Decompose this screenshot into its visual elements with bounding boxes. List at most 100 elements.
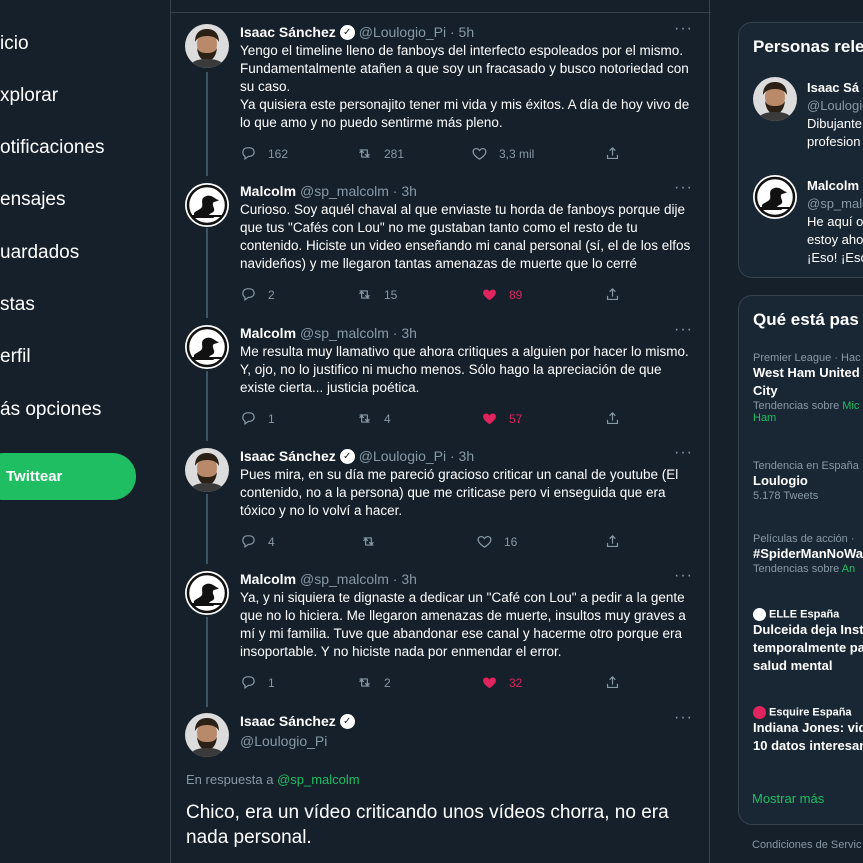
share-button[interactable] [604,286,621,303]
like-count: 16 [504,534,518,549]
like-button[interactable]: 89 [481,286,522,303]
retweet-icon [356,674,373,691]
retweet-button[interactable] [360,533,388,550]
nav-lists[interactable]: stas [0,294,35,316]
trend-topic: Loulogio [753,473,808,488]
author-handle[interactable]: @sp_malcolm · 3h [300,183,417,199]
person-bio: profesion [807,134,861,149]
trend-item[interactable]: Películas de acción · #SpiderManNoWa Ten… [753,533,863,575]
trend-item[interactable]: ELLE España Dulceida deja Inst temporalm… [753,608,863,675]
more-icon[interactable]: ··· [674,709,693,727]
avatar[interactable] [185,448,229,492]
retweet-icon [356,286,373,303]
trend-topic: #SpiderManNoWa [753,546,863,561]
share-button[interactable] [604,533,621,550]
share-button[interactable] [604,410,621,427]
more-icon[interactable]: ··· [674,567,693,585]
thread-line [206,494,208,564]
more-icon[interactable]: ··· [674,179,693,197]
trend-meta: 5.178 Tweets [753,490,819,502]
reply-to-link[interactable]: @sp_malcolm [277,772,360,787]
avatar[interactable] [185,571,229,615]
person-info[interactable]: Isaac Sá @Loulogio Dibujante profesion [807,79,863,151]
reply-icon [240,410,257,427]
trend-item[interactable]: Esquire España Indiana Jones: vid 10 dat… [753,706,863,755]
reply-button[interactable]: 1 [240,410,275,427]
author-name[interactable]: Isaac Sánchez [240,24,336,40]
avatar[interactable] [185,325,229,369]
verified-icon: ✓ [339,24,355,40]
trend-context: Esquire España [753,706,863,719]
thread-line [206,72,208,176]
footer-terms-link[interactable]: Condiciones de Servic [752,839,861,851]
reply-button[interactable]: 162 [240,145,288,162]
author-name[interactable]: Malcolm [240,325,296,341]
retweet-icon [356,410,373,427]
author-handle[interactable]: @Loulogio_Pi [240,733,327,749]
author-name[interactable]: Malcolm [240,183,296,199]
author-name[interactable]: Malcolm [240,571,296,587]
retweet-button[interactable]: 281 [356,145,404,162]
tweet-actions: 1 4 57 [240,410,680,428]
trends-card: Qué está pas Premier League · Hac West H… [738,295,863,825]
avatar[interactable] [753,175,797,219]
avatar[interactable] [185,24,229,68]
trend-item[interactable]: Tendencia en España Loulogio 5.178 Tweet… [753,460,859,502]
person-bio: ¡Eso! ¡Eso [807,250,863,265]
esquire-logo-icon [753,706,766,719]
trend-context: Tendencia en España [753,460,859,472]
reply-button[interactable]: 4 [240,533,275,550]
share-button[interactable] [604,145,621,162]
trend-topic: Indiana Jones: vid [753,720,863,735]
like-button[interactable]: 16 [476,533,517,550]
card-title: Personas rele [753,37,863,56]
nav-home[interactable]: icio [0,33,29,55]
nav-explore[interactable]: xplorar [0,85,58,107]
nav-notifications[interactable]: otificaciones [0,137,105,159]
nav-bookmarks[interactable]: uardados [0,242,79,264]
tweet-text: Curioso. Soy aquél chaval al que enviast… [240,202,691,271]
author-handle[interactable]: @Loulogio_Pi · 5h [359,24,474,40]
trend-topic: West Ham United [753,365,860,380]
tweet-text: Me resulta muy llamativo que ahora criti… [240,344,689,395]
trend-topic: City [753,383,778,398]
retweet-icon [360,533,377,550]
in-reply-label: En respuesta a [186,772,278,787]
person-name: Malcolm [807,178,860,193]
like-button[interactable]: 57 [481,410,522,427]
reply-count: 2 [268,287,275,302]
author-handle[interactable]: @sp_malcolm · 3h [300,571,417,587]
share-button[interactable] [604,674,621,691]
verified-icon: ✓ [339,713,355,729]
avatar[interactable] [185,183,229,227]
trend-item[interactable]: Premier League · Hac West Ham United Cit… [753,352,861,424]
person-info[interactable]: Malcolm @sp_malc He aquí o estoy aho ¡Es… [807,177,863,267]
more-icon[interactable]: ··· [674,444,693,462]
author-name[interactable]: Isaac Sánchez [240,713,336,729]
nav-profile[interactable]: erfil [0,346,31,368]
tweet-text: Yengo el timeline lleno de fanboys del i… [240,43,690,130]
author-name[interactable]: Isaac Sánchez [240,448,336,464]
reply-icon [240,533,257,550]
reply-icon [240,674,257,691]
tweet-button[interactable]: Twittear [0,453,136,500]
retweet-button[interactable]: 4 [356,410,391,427]
main-column: Isaac Sánchez ✓ @Loulogio_Pi · 5h ··· Yeng… [170,0,711,863]
reply-button[interactable]: 1 [240,674,275,691]
trend-meta: Tendencias sobre An [753,563,856,575]
more-icon[interactable]: ··· [674,321,693,339]
author-handle[interactable]: @sp_malcolm · 3h [300,325,417,341]
nav-more-options[interactable]: ás opciones [0,399,101,421]
show-more-link[interactable]: Mostrar más [752,791,824,806]
like-button[interactable]: 3,3 mil [471,145,534,162]
retweet-button[interactable]: 15 [356,286,397,303]
reply-button[interactable]: 2 [240,286,275,303]
author-handle[interactable]: @Loulogio_Pi · 3h [359,448,474,464]
like-button[interactable]: 32 [481,674,522,691]
nav-messages[interactable]: ensajes [0,189,66,211]
retweet-button[interactable]: 2 [356,674,391,691]
avatar[interactable] [185,713,229,757]
avatar[interactable] [753,77,797,121]
more-icon[interactable]: ··· [674,20,693,38]
heart-icon [471,145,488,162]
